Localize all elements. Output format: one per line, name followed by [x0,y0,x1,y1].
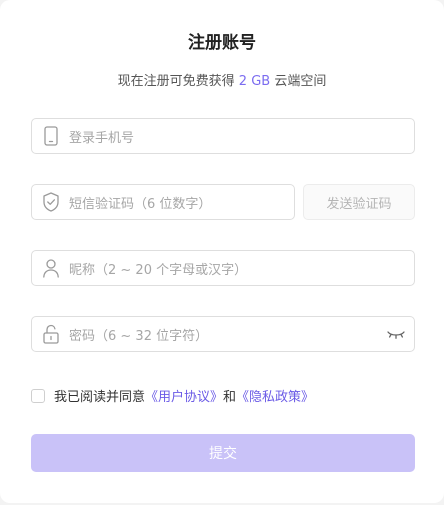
eye-closed-icon[interactable] [386,326,406,342]
phone-placeholder: 登录手机号 [69,130,135,146]
phone-input[interactable]: 登录手机号 [31,118,415,154]
user-icon [41,257,61,279]
password-placeholder: 密码（6 ~ 32 位字符） [69,328,209,344]
subtitle-suffix: 云端空间 [274,74,327,89]
nickname-placeholder: 昵称（2 ~ 20 个字母或汉字） [69,262,248,278]
sms-code-input[interactable]: 短信验证码（6 位数字） [31,184,295,220]
subtitle-highlight: 2 GB [238,74,271,89]
nickname-input[interactable]: 昵称（2 ~ 20 个字母或汉字） [31,250,415,286]
password-input[interactable]: 密码（6 ~ 32 位字符） [31,316,415,352]
agreement-row: 我已阅读并同意 《用户协议》 和 《隐私政策》 [31,386,314,405]
register-card: 注册账号 现在注册可免费获得 2 GB 云端空间 登录手机号 短信验证码（6 位… [0,0,444,503]
agreement-and: 和 [223,390,237,405]
privacy-policy-link[interactable]: 《隐私政策》 [236,386,314,405]
subtitle: 现在注册可免费获得 2 GB 云端空间 [0,70,444,89]
shield-check-icon [41,191,61,213]
agreement-prefix: 我已阅读并同意 [54,390,146,405]
phone-icon [41,125,61,147]
subtitle-prefix: 现在注册可免费获得 [117,74,235,89]
lock-icon [41,323,61,345]
submit-button[interactable]: 提交 [31,434,415,472]
send-code-button[interactable]: 发送验证码 [303,184,415,220]
page-title: 注册账号 [188,33,256,53]
agreement-checkbox[interactable] [31,388,45,403]
sms-code-placeholder: 短信验证码（6 位数字） [69,196,212,212]
user-agreement-link[interactable]: 《用户协议》 [145,386,223,405]
